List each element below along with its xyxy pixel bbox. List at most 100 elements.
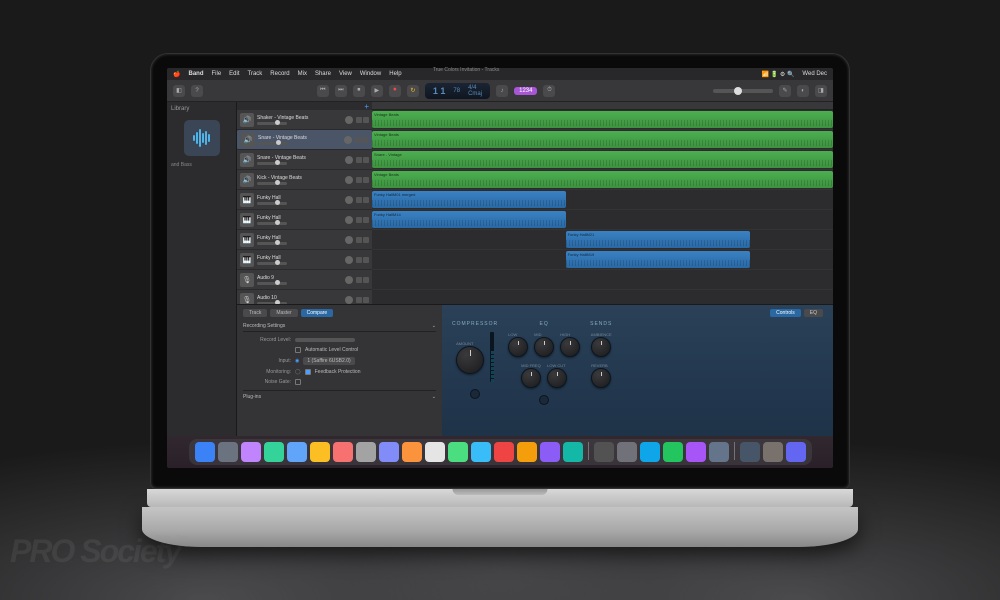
loop-browser-button[interactable]: ◐ [797, 85, 809, 97]
track-volume-slider[interactable] [257, 262, 287, 265]
track-volume-slider[interactable] [258, 142, 288, 145]
solo-button[interactable] [362, 137, 368, 143]
dock-app-icon[interactable] [287, 442, 307, 462]
dock-app-icon[interactable] [563, 442, 583, 462]
track-pan-knob[interactable] [345, 196, 353, 204]
dock-app-icon[interactable] [517, 442, 537, 462]
section-title[interactable]: Recording Settings [243, 323, 285, 329]
menu-window[interactable]: Window [360, 71, 381, 77]
rewind-button[interactable]: ⏮ [317, 85, 329, 97]
dock-app-icon[interactable] [356, 442, 376, 462]
menu-file[interactable]: File [211, 71, 221, 77]
track-lane[interactable]: Funky HallM21 [372, 230, 833, 250]
menu-record[interactable]: Record [270, 71, 289, 77]
menu-view[interactable]: View [339, 71, 352, 77]
plugins-section[interactable]: Plug-ins [243, 394, 261, 400]
mute-button[interactable] [356, 257, 362, 263]
library-toggle-button[interactable]: ◧ [173, 85, 185, 97]
dock-app-icon[interactable] [379, 442, 399, 462]
noise-gate-checkbox[interactable] [295, 379, 301, 385]
solo-button[interactable] [363, 257, 369, 263]
track-pan-knob[interactable] [345, 156, 353, 164]
solo-button[interactable] [363, 277, 369, 283]
mute-button[interactable] [356, 217, 362, 223]
dock-app-icon[interactable] [195, 442, 215, 462]
ambience-knob[interactable] [591, 337, 611, 357]
audio-region[interactable]: Snare - Vintage [372, 151, 833, 168]
track-header[interactable]: 🎹 Funky Hall [237, 210, 372, 230]
dock-app-icon[interactable] [617, 442, 637, 462]
track-header[interactable]: 🔊 Snare - Vintage Beats [237, 150, 372, 170]
apple-icon[interactable]: 🍎 [173, 71, 180, 78]
mute-button[interactable] [356, 277, 362, 283]
track-header[interactable]: 🎹 Funky Hall [237, 230, 372, 250]
dock-app-icon[interactable] [663, 442, 683, 462]
play-button[interactable]: ▶ [371, 85, 383, 97]
eq-lowcut-knob[interactable] [547, 368, 567, 388]
track-volume-slider[interactable] [257, 202, 287, 205]
track-volume-slider[interactable] [257, 222, 287, 225]
mute-button[interactable] [356, 297, 362, 303]
track-header[interactable]: 🎙 Audio 10 [237, 290, 372, 304]
track-header[interactable]: 🔊 Kick - Vintage Beats [237, 170, 372, 190]
status-icons[interactable]: 📶 🔋 ⚙ 🔍 [762, 71, 795, 78]
track-volume-slider[interactable] [257, 182, 287, 185]
lcd-display[interactable]: True Colors Invitation - Tracks 1 1 78 4… [425, 83, 490, 99]
tuner-button[interactable]: ♪ [496, 85, 508, 97]
track-header[interactable]: 🔊 Snare - Vintage Beats [237, 130, 372, 150]
track-volume-slider[interactable] [257, 162, 287, 165]
track-header[interactable]: 🎹 Funky Hall [237, 190, 372, 210]
track-header[interactable]: 🎹 Funky Hall [237, 250, 372, 270]
dock-app-icon[interactable] [241, 442, 261, 462]
app-name[interactable]: Band [188, 71, 203, 77]
arrange-area[interactable]: Vintage Beats Vintage Beats Snare - Vintag… [372, 102, 833, 304]
dock-app-icon[interactable] [425, 442, 445, 462]
tab-eq[interactable]: EQ [804, 309, 823, 317]
dock-app-icon[interactable] [540, 442, 560, 462]
record-level-slider[interactable] [295, 338, 355, 342]
metronome-button[interactable]: ⏱ [543, 85, 555, 97]
audio-region[interactable]: Vintage Beats [372, 111, 833, 128]
ruler[interactable] [372, 102, 833, 110]
audio-region[interactable]: Funky HallM19 [566, 251, 750, 268]
eq-low-knob[interactable] [508, 337, 528, 357]
dock-app-icon[interactable] [471, 442, 491, 462]
cycle-button[interactable]: ↻ [407, 85, 419, 97]
track-header[interactable]: 🔊 Shaker - Vintage Beats [237, 110, 372, 130]
track-lane[interactable] [372, 290, 833, 304]
track-volume-slider[interactable] [257, 242, 287, 245]
mute-button[interactable] [356, 117, 362, 123]
mute-button[interactable] [356, 177, 362, 183]
mac-menubar[interactable]: 🍎 Band File Edit Track Record Mix Share … [167, 68, 833, 80]
menu-track[interactable]: Track [248, 71, 263, 77]
compressor-amount-knob[interactable] [456, 346, 484, 374]
mute-button[interactable] [356, 197, 362, 203]
menu-share[interactable]: Share [315, 71, 331, 77]
track-lane[interactable]: Vintage Beats [372, 170, 833, 190]
track-header[interactable]: 🎙 Audio 9 [237, 270, 372, 290]
solo-button[interactable] [363, 217, 369, 223]
macos-dock[interactable] [167, 436, 833, 468]
dock-app-icon[interactable] [333, 442, 353, 462]
tab-controls[interactable]: Controls [770, 309, 801, 317]
track-lane[interactable]: Funky HallM19 [372, 250, 833, 270]
dock-app-icon[interactable] [786, 442, 806, 462]
audio-region[interactable]: Funky HallM21 [566, 231, 750, 248]
track-pan-knob[interactable] [344, 136, 352, 144]
dock-app-icon[interactable] [686, 442, 706, 462]
dock-app-icon[interactable] [763, 442, 783, 462]
solo-button[interactable] [363, 177, 369, 183]
auto-level-checkbox[interactable] [295, 347, 301, 353]
track-volume-slider[interactable] [257, 282, 287, 285]
compressor-power-button[interactable] [470, 389, 480, 399]
dock-app-icon[interactable] [448, 442, 468, 462]
solo-button[interactable] [363, 197, 369, 203]
audio-region[interactable]: Funky HallM01 merged [372, 191, 566, 208]
dock-app-icon[interactable] [402, 442, 422, 462]
track-pan-knob[interactable] [345, 176, 353, 184]
track-volume-slider[interactable] [257, 122, 287, 125]
instrument-icon[interactable] [184, 120, 220, 156]
track-lane[interactable]: Funky HallM01 merged [372, 190, 833, 210]
track-pan-knob[interactable] [345, 276, 353, 284]
track-pan-knob[interactable] [345, 256, 353, 264]
